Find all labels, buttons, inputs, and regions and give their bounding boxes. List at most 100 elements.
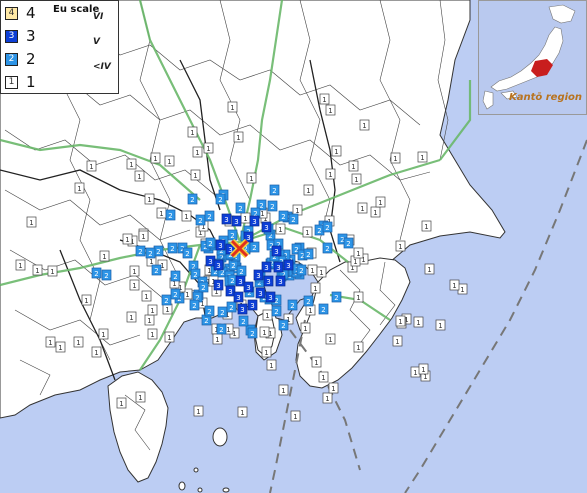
inset-region-label: Kantō region: [509, 92, 583, 103]
intensity-2-label: 2: [291, 216, 295, 224]
intensity-1-label: 1: [421, 366, 425, 374]
intensity-1-label: 1: [262, 329, 266, 337]
intensity-1-label: 1: [84, 297, 88, 305]
intensity-1-label: 1: [144, 293, 148, 301]
intensity-1-label: 1: [416, 319, 420, 327]
intensity-2-label: 2: [231, 262, 235, 270]
intensity-3-label: 3: [276, 264, 280, 272]
intensity-3-label: 3: [256, 272, 260, 280]
intensity-1-label: 1: [305, 229, 309, 237]
intensity-1-label: 1: [206, 145, 210, 153]
intensity-3-label: 3: [264, 264, 268, 272]
intensity-1-label: 1: [215, 336, 219, 344]
legend-level-4: 4: [26, 4, 36, 22]
intensity-2-label: 2: [208, 240, 212, 248]
legend-eu-v: V: [93, 37, 100, 47]
toshima: [193, 467, 199, 473]
intensity-1-label: 1: [137, 173, 141, 181]
intensity-1-label: 1: [193, 172, 197, 180]
intensity-2-label: 2: [173, 291, 177, 299]
intensity-1-label: 1: [260, 210, 264, 218]
intensity-1-label: 1: [167, 334, 171, 342]
intensity-1-label: 1: [265, 312, 269, 320]
intensity-2-label: 2: [173, 273, 177, 281]
intensity-1-label: 1: [50, 268, 54, 276]
intensity-1-label: 1: [138, 394, 142, 402]
intensity-2-label: 2: [201, 284, 205, 292]
legend-chip-4: 4: [5, 7, 18, 20]
intensity-2-label: 2: [204, 317, 208, 325]
intensity-2-label: 2: [325, 245, 329, 253]
intensity-3-label: 3: [266, 278, 270, 286]
intensity-3-label: 3: [240, 306, 244, 314]
intensity-2-label: 2: [192, 302, 196, 310]
intensity-2-label: 2: [190, 196, 194, 204]
intensity-1-label: 1: [398, 318, 402, 326]
intensity-1-label: 1: [48, 339, 52, 347]
intensity-1-label: 1: [398, 243, 402, 251]
intensity-1-label: 1: [150, 331, 154, 339]
intensity-1-label: 1: [321, 374, 325, 382]
intensity-1-label: 1: [452, 282, 456, 290]
intensity-1-label: 1: [328, 107, 332, 115]
intensity-1-label: 1: [94, 349, 98, 357]
intensity-1-label: 1: [77, 185, 81, 193]
intensity-2-label: 2: [252, 244, 256, 252]
intensity-1-label: 1: [165, 306, 169, 314]
intensity-2-label: 2: [270, 203, 274, 211]
intensity-1-label: 1: [427, 266, 431, 274]
intensity-1-label: 1: [460, 286, 464, 294]
intensity-1-label: 1: [413, 369, 417, 377]
intensity-2-label: 2: [185, 250, 189, 258]
intensity-1-label: 1: [354, 176, 358, 184]
intensity-1-label: 1: [195, 149, 199, 157]
legend-chip-3: 3: [5, 30, 18, 43]
intensity-1-label: 1: [129, 161, 133, 169]
intensity-2-label: 2: [207, 213, 211, 221]
intensity-2-label: 2: [281, 213, 285, 221]
intensity-1-label: 1: [58, 344, 62, 352]
intensity-2-label: 2: [250, 330, 254, 338]
intensity-1-label: 1: [293, 413, 297, 421]
intensity-3-label: 3: [252, 218, 256, 226]
shikinejima: [197, 487, 203, 493]
intensity-1-label: 1: [190, 129, 194, 137]
intensity-3-label: 3: [246, 284, 250, 292]
intensity-1-label: 1: [269, 362, 273, 370]
intensity-3-label: 3: [208, 258, 212, 266]
intensity-1-label: 1: [362, 122, 366, 130]
intensity-1-label: 1: [334, 148, 338, 156]
intensity-2-label: 2: [148, 250, 152, 258]
intensity-1-label: 1: [353, 258, 357, 266]
intensity-2-label: 2: [220, 309, 224, 317]
intensity-1-label: 1: [185, 291, 189, 299]
intensity-1-label: 1: [141, 233, 145, 241]
legend-chip-1: 1: [5, 76, 18, 89]
intensity-3-label: 3: [234, 218, 238, 226]
intensity-1-label: 1: [236, 134, 240, 142]
intensity-2-label: 2: [238, 205, 242, 213]
kozushima: [222, 487, 230, 493]
intensity-1-label: 1: [150, 307, 154, 315]
intensity-1-label: 1: [322, 96, 326, 104]
intensity-2-label: 2: [218, 196, 222, 204]
intensity-1-label: 1: [18, 262, 22, 270]
intensity-1-label: 1: [76, 339, 80, 347]
intensity-2-label: 2: [299, 267, 303, 275]
intensity-2-label: 2: [168, 212, 172, 220]
intensity-3-label: 3: [278, 278, 282, 286]
intensity-2-label: 2: [154, 267, 158, 275]
intensity-1-label: 1: [303, 325, 307, 333]
japan-inset-map: Kantō region: [478, 0, 587, 115]
intensity-2-label: 2: [170, 245, 174, 253]
intensity-1-label: 1: [328, 171, 332, 179]
intensity-1-label: 1: [373, 209, 377, 217]
intensity-1-label: 1: [132, 282, 136, 290]
seismic-intensity-map: 1 1 1 1 1 1 1 1 1 1 1 1 1 1 1 1 1 1 1 1 1 1 1 1 1 1 1 1 1 1 1 1 1 1 1 1 1 1 1 1…: [0, 0, 587, 493]
intensity-2-label: 2: [241, 318, 245, 326]
intensity-1-label: 1: [281, 387, 285, 395]
intensity-1-label: 1: [35, 267, 39, 275]
intensity-1-label: 1: [159, 210, 163, 218]
intensity-2-label: 2: [193, 271, 197, 279]
intensity-1-label: 1: [314, 359, 318, 367]
